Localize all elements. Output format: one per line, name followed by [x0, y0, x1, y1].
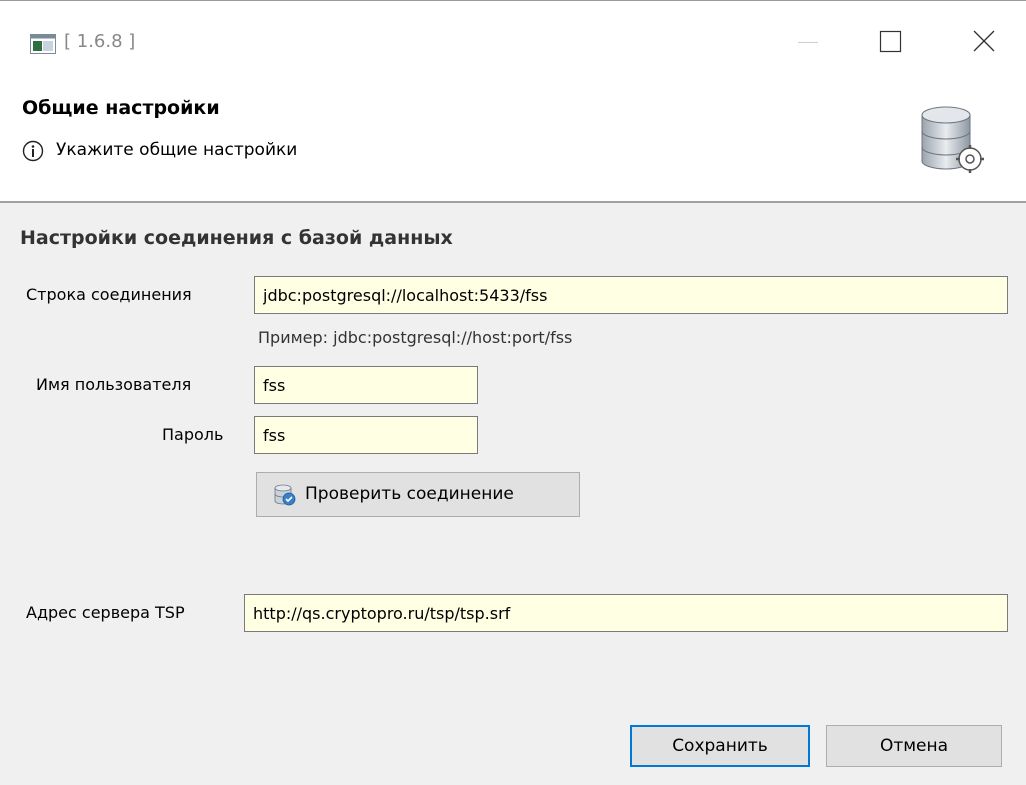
db-section-title: Настройки соединения с базой данных	[20, 227, 453, 249]
connection-string-label: Строка соединения	[26, 285, 192, 304]
cancel-button[interactable]: Отмена	[826, 725, 1002, 767]
header-message: Укажите общие настройки	[56, 140, 298, 160]
app-window-icon	[30, 34, 56, 54]
maximize-icon	[879, 30, 902, 53]
header-divider	[0, 201, 1026, 203]
database-settings-icon	[918, 105, 988, 175]
password-label: Пароль	[162, 425, 224, 444]
tsp-server-label: Адрес сервера TSP	[26, 603, 185, 622]
close-button[interactable]	[952, 1, 1020, 79]
tsp-server-field[interactable]	[244, 594, 1008, 632]
database-check-icon	[273, 483, 297, 507]
save-button[interactable]: Сохранить	[630, 725, 810, 767]
maximize-button[interactable]	[864, 1, 932, 79]
info-icon	[22, 140, 44, 162]
test-connection-button[interactable]: Проверить соединение	[256, 472, 580, 517]
header-banner: Общие настройки Укажите общие настройки	[0, 79, 1026, 201]
test-connection-label: Проверить соединение	[305, 484, 514, 504]
page-title: Общие настройки	[22, 97, 220, 119]
close-icon	[973, 30, 995, 52]
settings-dialog: [ 1.6.8 ] Общие настройки Укажите общие …	[0, 0, 1026, 785]
minimize-button[interactable]	[774, 1, 842, 79]
connection-string-field[interactable]	[254, 276, 1008, 314]
username-field[interactable]	[254, 366, 478, 404]
username-label: Имя пользователя	[36, 375, 192, 394]
connection-example-hint: Пример: jdbc:postgresql://host:port/fss	[258, 328, 573, 347]
password-field[interactable]	[254, 416, 478, 454]
window-title: [ 1.6.8 ]	[64, 31, 136, 52]
minimize-icon	[798, 42, 818, 43]
